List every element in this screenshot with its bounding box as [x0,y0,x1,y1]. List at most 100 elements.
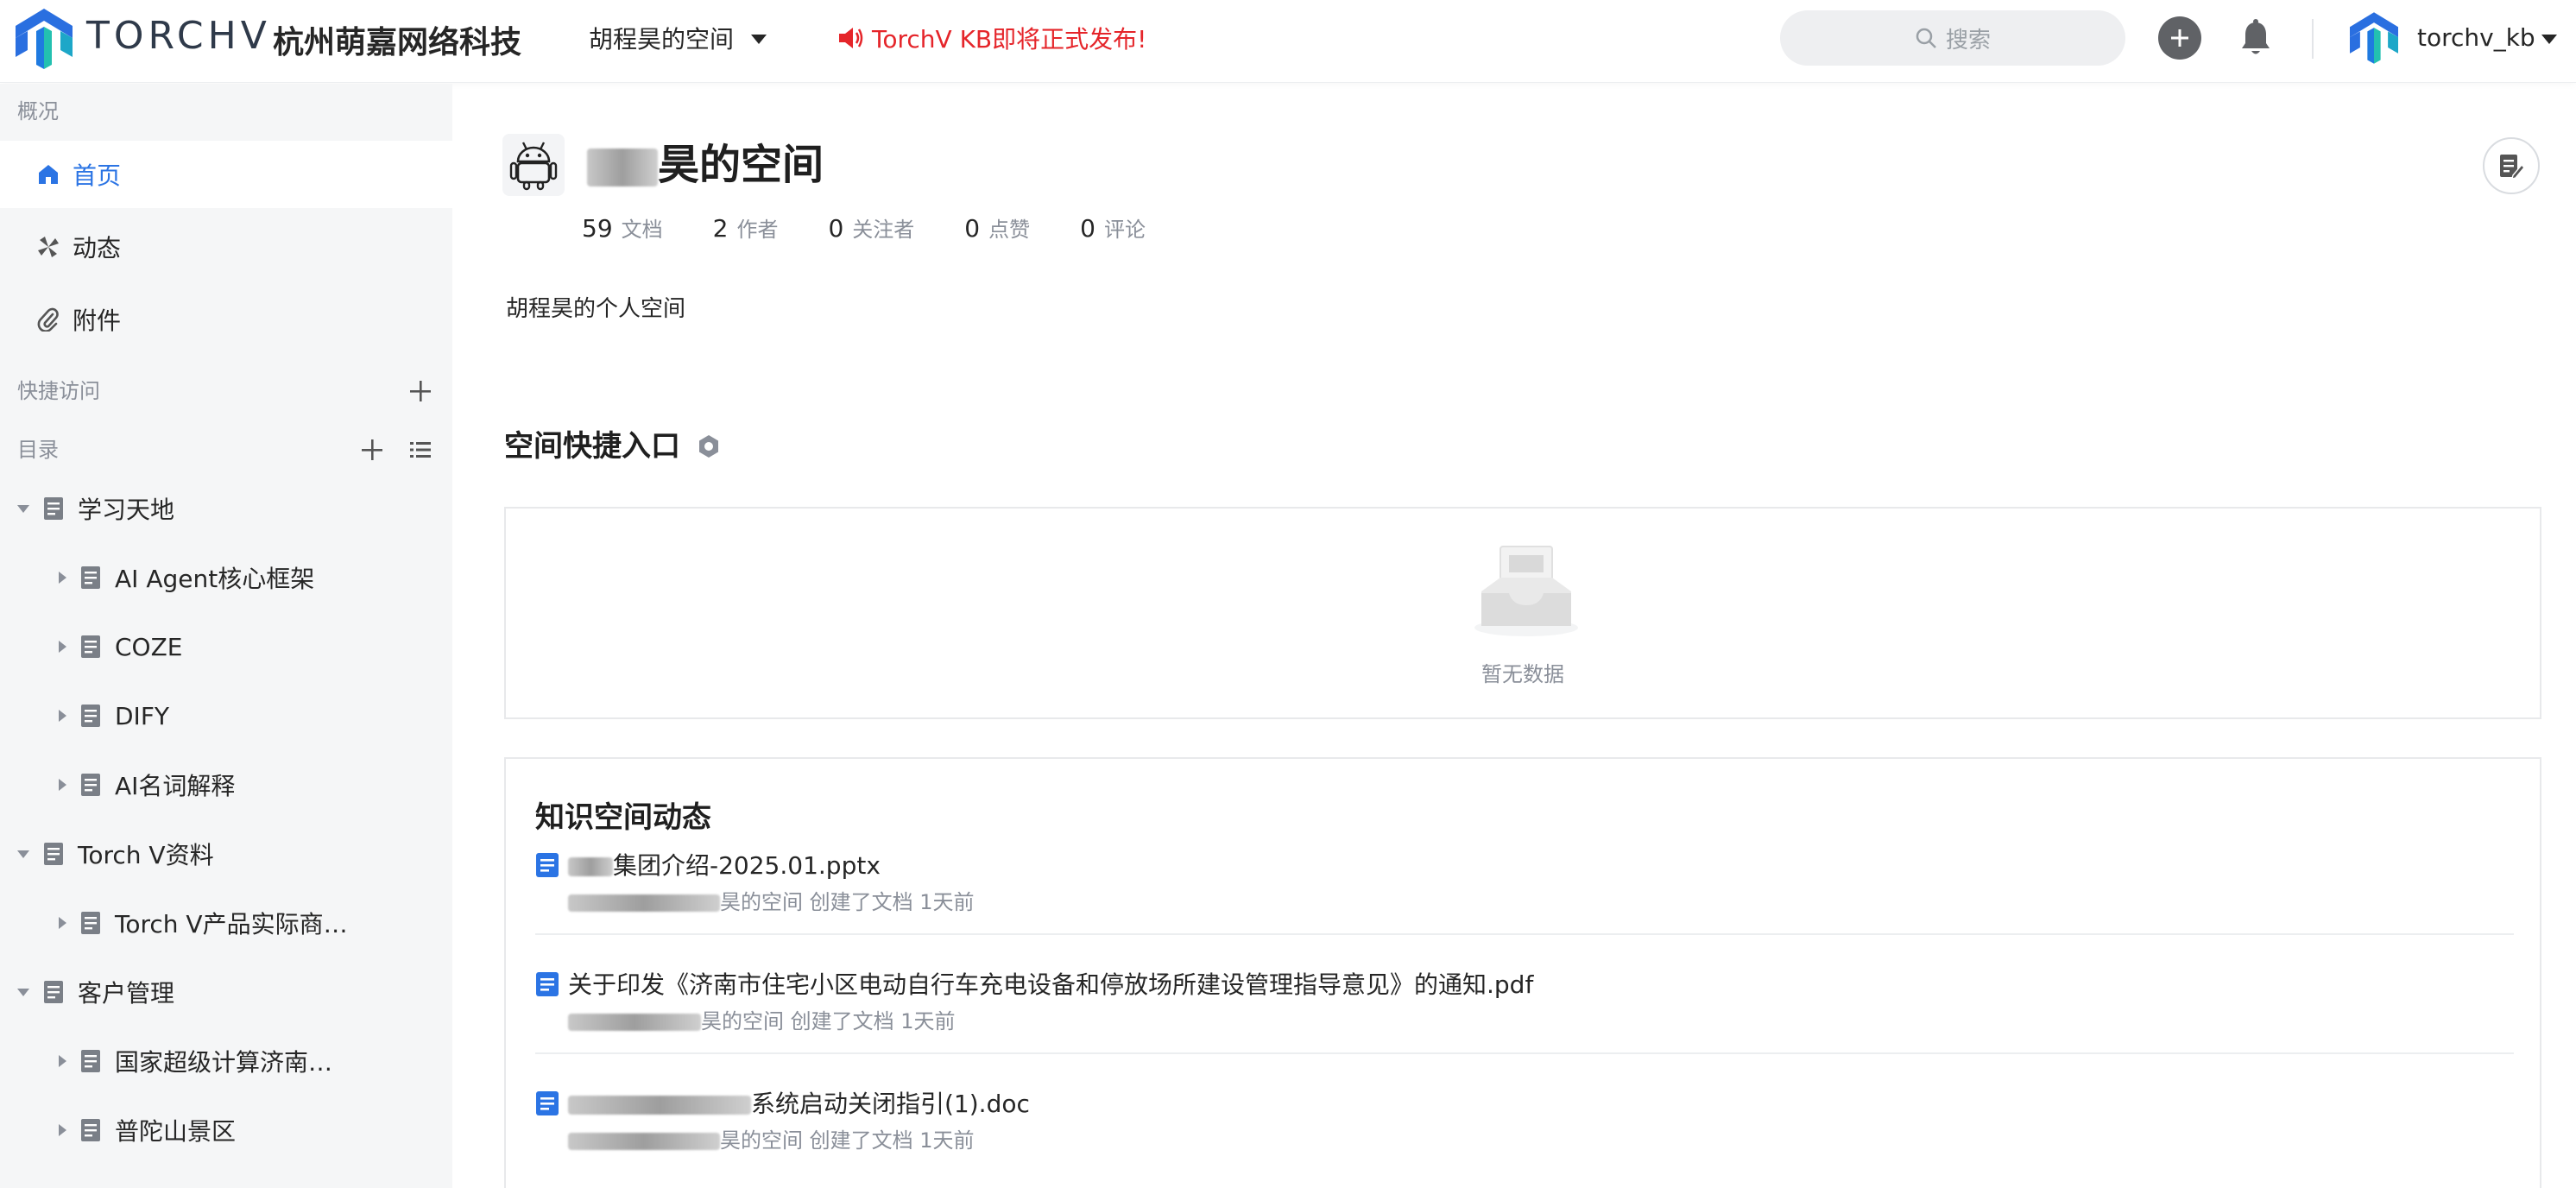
tree-item-folder[interactable]: COZE [0,612,452,681]
space-title: 昊的空间 [587,134,824,196]
space-switcher[interactable]: 胡程昊的空间 [589,21,767,55]
tree-item-folder[interactable]: AI名词解释 [0,750,452,819]
document-icon [536,1091,559,1115]
stat-comments[interactable]: 0 评论 [1080,212,1146,243]
edit-space-button[interactable] [2483,137,2540,194]
empty-inbox-icon [1474,546,1578,636]
user-menu-caret-icon[interactable] [2541,35,2557,44]
space-stats: 59 文档 2 作者 0 关注者 0 点赞 0 评论 [582,210,1196,244]
add-quick-access-button[interactable] [407,377,434,405]
redacted-blur [568,1096,751,1115]
stat-likes[interactable]: 0 点赞 [964,212,1030,243]
android-robot-icon [509,142,558,191]
expand-arrow-icon[interactable] [59,779,66,791]
sidebar-item-label: 动态 [73,234,122,262]
stat-number: 2 [712,213,729,243]
stat-unit: 作者 [736,217,779,242]
document-icon [41,496,66,521]
feed-item-name: 集团介绍-2025.01.pptx [613,851,881,880]
tree-item-folder[interactable]: Torch V资料 [0,819,452,888]
expand-arrow-icon[interactable] [59,1055,66,1067]
redacted-blur [568,894,720,912]
feed-divider [535,933,2514,935]
tree-item-folder[interactable]: 国家超级计算济南… [0,1027,452,1096]
brand-wordmark: TORCHV [86,14,271,58]
stat-unit: 点赞 [988,217,1031,242]
quick-entry-panel: 暂无数据 [504,507,2541,719]
create-button[interactable] [2158,16,2201,60]
document-icon [41,979,66,1005]
gear-icon[interactable] [696,433,722,459]
document-icon [536,853,559,877]
document-icon [79,772,103,798]
plus-icon [362,439,382,460]
redacted-blur [568,1133,720,1150]
feed-item[interactable]: 系统启动关闭指引(1).doc 昊的空间 创建了文档 1天前 [535,1080,2514,1188]
feed-item[interactable]: 集团介绍-2025.01.pptx 昊的空间 创建了文档 1天前 [535,842,2514,959]
stat-number: 0 [964,213,981,243]
plus-icon [2171,29,2188,47]
tree-item-folder[interactable]: AI Agent核心框架 [0,543,452,612]
user-avatar[interactable] [2350,10,2398,66]
tree-item-label: DIFY [115,701,170,730]
collapse-arrow-icon[interactable] [17,988,29,996]
sidebar-item-label: 附件 [73,306,122,335]
tree-item-folder[interactable]: DIFY [0,681,452,750]
announcement-banner[interactable]: TorchV KB即将正式发布! [837,21,1146,55]
expand-arrow-icon[interactable] [59,1124,66,1136]
username[interactable]: torchv_kb [2417,21,2535,55]
feed-item[interactable]: 关于印发《济南市住宅小区电动自行车充电设备和停放场所建设管理指导意见》的通知.p… [535,961,2514,1078]
document-icon [79,565,103,591]
sidebar: 概况 首页 动态 附件 快捷访问 目录 学习天地 AI Agent核心框架 CO… [0,84,452,1188]
tree-item-label: AI Agent核心框架 [115,565,315,593]
feed-item-meta-text: 昊的空间 创建了文档 1天前 [720,890,975,914]
tree-item-label: 学习天地 [78,496,175,524]
catalog-label: 目录 [17,438,59,462]
sidebar-item-home[interactable]: 首页 [0,141,452,208]
add-catalog-button[interactable] [358,436,386,464]
collapse-arrow-icon[interactable] [17,504,29,513]
torchv-logo-icon[interactable] [16,9,73,69]
stat-authors[interactable]: 2 作者 [713,212,779,243]
sidebar-item-attachments[interactable]: 附件 [0,286,452,353]
document-icon [41,841,66,867]
feed-item-title[interactable]: 关于印发《济南市住宅小区电动自行车充电设备和停放场所建设管理指导意见》的通知.p… [568,966,1533,1001]
collapse-arrow-icon[interactable] [17,850,29,858]
stat-unit: 关注者 [852,217,915,242]
overview-section-label: 概况 [17,99,59,123]
document-icon [79,634,103,660]
tree-item-label: 普陀山景区 [115,1117,237,1146]
tree-item-folder[interactable]: 学习天地 [0,474,452,543]
sidebar-item-activity[interactable]: 动态 [0,213,452,281]
megaphone-icon [839,28,863,48]
expand-arrow-icon[interactable] [59,710,66,722]
expand-arrow-icon[interactable] [59,641,66,653]
activity-icon [35,233,62,261]
stat-number: 0 [1080,213,1095,243]
notification-button[interactable] [2236,16,2276,60]
empty-state-text: 暂无数据 [1481,662,1564,686]
activity-feed-title: 知识空间动态 [535,800,711,835]
tree-item-folder[interactable]: 客户管理 [0,957,452,1027]
caret-down-icon [751,34,767,44]
space-title-text: 昊的空间 [658,141,824,189]
search-icon [1916,28,1936,48]
stat-followers[interactable]: 0 关注者 [828,212,914,243]
tree-item-label: 客户管理 [78,979,175,1008]
tree-item-folder[interactable]: Torch V产品实际商… [0,888,452,957]
tree-item-label: 国家超级计算济南… [115,1048,333,1077]
announcement-text: TorchV KB即将正式发布! [872,25,1147,54]
tree-item-folder[interactable]: 普陀山景区 [0,1096,452,1165]
feed-item-title[interactable]: 系统启动关闭指引(1).doc [568,1085,1030,1120]
edit-document-icon [2500,155,2525,180]
quick-entry-title-text: 空间快捷入口 [504,429,680,464]
expand-arrow-icon[interactable] [59,572,66,584]
feed-item-title[interactable]: 集团介绍-2025.01.pptx [568,847,881,882]
sidebar-item-label: 首页 [73,161,122,190]
space-description: 胡程昊的个人空间 [506,296,686,322]
expand-arrow-icon[interactable] [59,917,66,929]
catalog-list-view-button[interactable] [407,436,434,464]
stat-documents[interactable]: 59 文档 [582,212,663,243]
search-input[interactable]: 搜索 [1780,10,2125,66]
tree-item-label: Torch V资料 [78,841,214,869]
